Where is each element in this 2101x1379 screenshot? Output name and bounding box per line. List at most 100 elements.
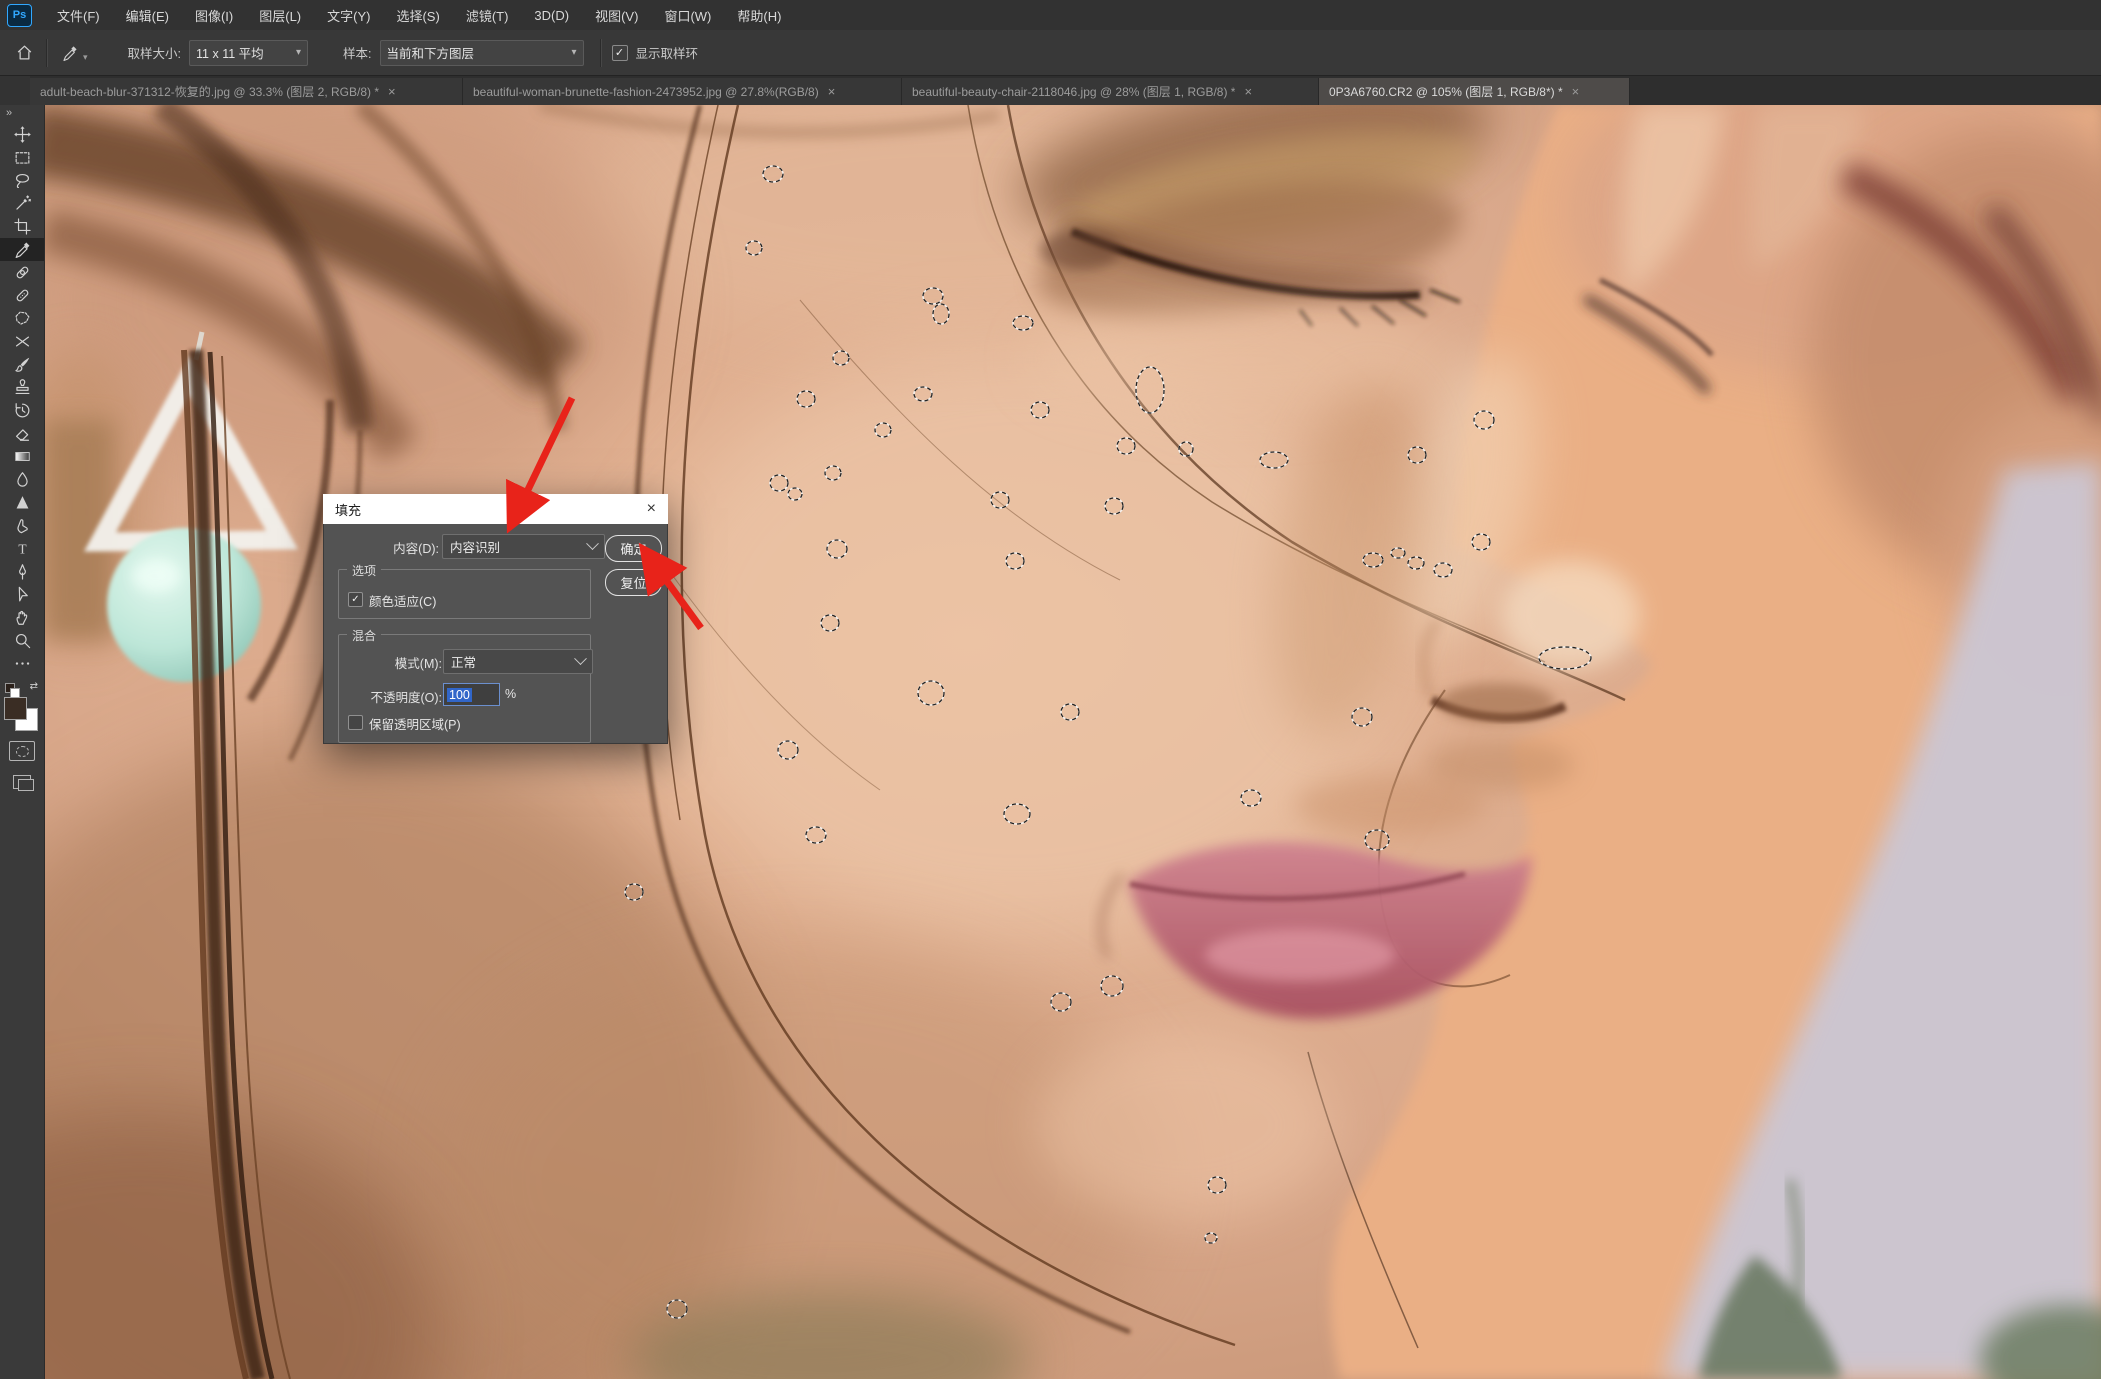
sample-label: 样本:: [343, 43, 371, 62]
rectangular-marquee-tool[interactable]: [0, 146, 44, 169]
gradient-icon: [13, 447, 32, 466]
edit-toolbar[interactable]: [0, 652, 44, 675]
blur-icon: [13, 470, 32, 489]
document-tab-4[interactable]: 0P3A6760.CR2 @ 105% (图层 1, RGB/8*) * ×: [1319, 78, 1630, 105]
tool-bar: » T ⇄: [0, 105, 45, 1379]
ok-button[interactable]: 确定: [605, 535, 662, 562]
zoom-icon: [13, 631, 32, 650]
xmove-icon: [13, 332, 32, 351]
eyedropper-tool[interactable]: [0, 238, 44, 261]
close-icon[interactable]: ×: [828, 84, 836, 99]
tab-title: beautiful-beauty-chair-2118046.jpg @ 28%…: [912, 83, 1235, 100]
swap-colors-icon[interactable]: ⇄: [30, 681, 38, 692]
menu-bar: Ps 文件(F)编辑(E)图像(I)图层(L)文字(Y)选择(S)滤镜(T)3D…: [0, 0, 2101, 31]
menu-item-帮助H[interactable]: 帮助(H): [724, 0, 794, 30]
close-icon[interactable]: ×: [1572, 84, 1580, 99]
path-selection-tool[interactable]: [0, 583, 44, 606]
blending-group-label: 混合: [347, 627, 381, 644]
crop-tool[interactable]: [0, 215, 44, 238]
eraser-tool[interactable]: [0, 422, 44, 445]
color-adaptation-checkbox[interactable]: ✓: [348, 592, 363, 607]
document-tab-2[interactable]: beautiful-woman-brunette-fashion-2473952…: [463, 78, 902, 105]
content-dropdown[interactable]: 内容识别: [442, 534, 605, 559]
patch-icon: [13, 309, 32, 328]
document-tab-1[interactable]: adult-beach-blur-371312-恢复的.jpg @ 33.3% …: [30, 78, 463, 105]
dots-icon: [13, 654, 32, 673]
content-aware-move-tool[interactable]: [0, 330, 44, 353]
tab-title: 0P3A6760.CR2 @ 105% (图层 1, RGB/8*) *: [1329, 83, 1563, 100]
eyedropper-icon[interactable]: [58, 41, 82, 65]
preserve-transparency-checkbox[interactable]: [348, 715, 363, 730]
marquee-icon: [13, 148, 32, 167]
tool-preset-chevron-icon[interactable]: ▾: [83, 52, 88, 63]
sample-size-dropdown[interactable]: 11 x 11 平均 ▾: [189, 40, 308, 66]
lasso-icon: [13, 171, 32, 190]
chevron-down-icon: [586, 537, 599, 550]
opacity-unit: %: [505, 687, 516, 701]
document-tab-3[interactable]: beautiful-beauty-chair-2118046.jpg @ 28%…: [902, 78, 1319, 105]
menu-item-文件F[interactable]: 文件(F): [44, 0, 113, 30]
type-tool[interactable]: T: [0, 537, 44, 560]
type-icon: T: [13, 539, 32, 558]
screen-mode-button[interactable]: [10, 773, 34, 791]
brush-tool[interactable]: [0, 353, 44, 376]
fill-dialog-titlebar[interactable]: 填充 ×: [323, 494, 668, 524]
sample-layers-dropdown[interactable]: 当前和下方图层 ▾: [380, 40, 584, 66]
lasso-tool[interactable]: [0, 169, 44, 192]
menu-item-视图V[interactable]: 视图(V): [582, 0, 651, 30]
sharpen-tool[interactable]: [0, 491, 44, 514]
menu-item-滤镜T[interactable]: 滤镜(T): [453, 0, 522, 30]
menu-item-编辑E[interactable]: 编辑(E): [113, 0, 182, 30]
menu-item-文字Y[interactable]: 文字(Y): [314, 0, 383, 30]
menu-item-图像I[interactable]: 图像(I): [182, 0, 246, 30]
show-sampling-ring-checkbox[interactable]: ✓: [612, 45, 628, 61]
menu-item-3DD[interactable]: 3D(D): [521, 0, 582, 30]
mode-label: 模式(M):: [349, 653, 442, 672]
menu-item-窗口W[interactable]: 窗口(W): [651, 0, 724, 30]
home-icon[interactable]: [12, 41, 36, 65]
photoshop-logo-icon: Ps: [7, 4, 32, 27]
hand-icon: [13, 608, 32, 627]
chevron-down-icon: ▾: [288, 47, 301, 58]
eyedropper-icon: [13, 240, 32, 259]
smudge-tool[interactable]: [0, 514, 44, 537]
quick-selection-tool[interactable]: [0, 192, 44, 215]
zoom-tool[interactable]: [0, 629, 44, 652]
opacity-label: 不透明度(O):: [349, 687, 442, 706]
close-icon[interactable]: ×: [1244, 84, 1252, 99]
opacity-input[interactable]: 100: [443, 683, 500, 706]
color-adaptation-label: 颜色适应(C): [369, 591, 436, 610]
patch-tool[interactable]: [0, 307, 44, 330]
pen-tool[interactable]: [0, 560, 44, 583]
mode-dropdown[interactable]: 正常: [443, 649, 593, 674]
eraser-icon: [13, 424, 32, 443]
foreground-color-swatch[interactable]: [4, 697, 27, 720]
collapse-toolbar-icon[interactable]: »: [6, 107, 12, 121]
clone-stamp-tool[interactable]: [0, 376, 44, 399]
sharpen-icon: [13, 493, 32, 512]
gradient-tool[interactable]: [0, 445, 44, 468]
history-brush-tool[interactable]: [0, 399, 44, 422]
quick-mask-button[interactable]: [9, 741, 35, 761]
healing-brush-tool[interactable]: [0, 284, 44, 307]
spotheal-icon: [13, 263, 32, 282]
close-icon[interactable]: ×: [388, 84, 396, 99]
move-icon: [13, 125, 32, 144]
photoshop-window: Ps 文件(F)编辑(E)图像(I)图层(L)文字(Y)选择(S)滤镜(T)3D…: [0, 0, 2101, 1379]
canvas-photo[interactable]: [0, 0, 2101, 1379]
color-swatches: ⇄: [4, 683, 40, 729]
chevron-down-icon: [574, 652, 587, 665]
reset-button[interactable]: 复位: [605, 569, 662, 596]
hand-tool[interactable]: [0, 606, 44, 629]
close-icon[interactable]: ×: [647, 501, 656, 517]
blur-tool[interactable]: [0, 468, 44, 491]
options-bar: ▾ 取样大小: 11 x 11 平均 ▾ 样本: 当前和下方图层 ▾ ✓ 显示取…: [0, 30, 2101, 76]
pen-icon: [13, 562, 32, 581]
menu-item-图层L[interactable]: 图层(L): [246, 0, 314, 30]
tabbar-left-spacer: [0, 76, 30, 105]
spot-healing-brush-tool[interactable]: [0, 261, 44, 284]
svg-text:T: T: [18, 541, 26, 556]
options-group: 选项 ✓ 颜色适应(C): [338, 569, 591, 619]
move-tool[interactable]: [0, 123, 44, 146]
menu-item-选择S[interactable]: 选择(S): [383, 0, 452, 30]
